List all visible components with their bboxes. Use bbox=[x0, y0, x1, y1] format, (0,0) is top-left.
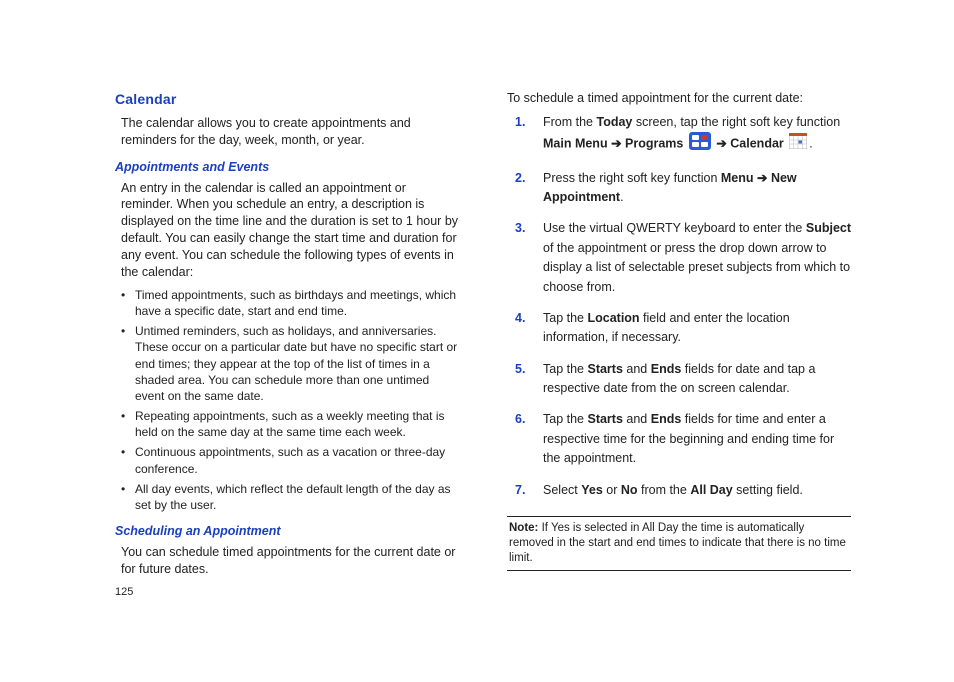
bold-all-day: All Day bbox=[690, 483, 732, 497]
step-number: 3. bbox=[515, 219, 525, 238]
subheading-scheduling: Scheduling an Appointment bbox=[115, 523, 459, 540]
list-item: Untimed reminders, such as holidays, and… bbox=[121, 323, 459, 404]
bold-main-menu: Main Menu bbox=[543, 137, 608, 151]
step-text: Tap the bbox=[543, 362, 587, 376]
calendar-icon bbox=[789, 133, 807, 155]
step-text: setting field. bbox=[733, 483, 803, 497]
bold-ends: Ends bbox=[651, 362, 682, 376]
bold-calendar: Calendar bbox=[730, 137, 784, 151]
paragraph-scheduling: You can schedule timed appointments for … bbox=[121, 544, 459, 578]
note-label: Note: bbox=[509, 522, 538, 534]
step-text: . bbox=[620, 190, 623, 204]
bold-location: Location bbox=[587, 311, 639, 325]
steps-list: 1. From the Today screen, tap the right … bbox=[507, 113, 851, 500]
bold-starts: Starts bbox=[587, 362, 622, 376]
paragraph-appointments: An entry in the calendar is called an ap… bbox=[121, 180, 459, 281]
step-7: 7. Select Yes or No from the All Day set… bbox=[515, 481, 851, 500]
step-4: 4. Tap the Location field and enter the … bbox=[515, 309, 851, 348]
arrow-icon: ➔ bbox=[608, 137, 625, 151]
bold-menu: Menu bbox=[721, 171, 754, 185]
manual-page: Calendar The calendar allows you to crea… bbox=[0, 0, 954, 624]
step-5: 5. Tap the Starts and Ends fields for da… bbox=[515, 360, 851, 399]
bold-ends: Ends bbox=[651, 412, 682, 426]
step-number: 7. bbox=[515, 481, 525, 500]
step-text: Use the virtual QWERTY keyboard to enter… bbox=[543, 221, 806, 235]
note-box: Note: If Yes is selected in All Day the … bbox=[507, 516, 851, 571]
step-number: 1. bbox=[515, 113, 525, 132]
step-text: and bbox=[623, 412, 651, 426]
list-item: Repeating appointments, such as a weekly… bbox=[121, 408, 459, 440]
step-text: from the bbox=[638, 483, 691, 497]
bold-no: No bbox=[621, 483, 638, 497]
step-number: 5. bbox=[515, 360, 525, 379]
step-number: 2. bbox=[515, 169, 525, 188]
heading-calendar: Calendar bbox=[115, 90, 459, 109]
page-number: 125 bbox=[115, 586, 133, 598]
step-text: Select bbox=[543, 483, 581, 497]
step-text: Tap the bbox=[543, 412, 587, 426]
step-2: 2. Press the right soft key function Men… bbox=[515, 169, 851, 208]
note-text: If Yes is selected in All Day the time i… bbox=[509, 522, 846, 564]
step-text: or bbox=[603, 483, 621, 497]
arrow-icon: ➔ bbox=[754, 171, 771, 185]
programs-icon bbox=[689, 132, 711, 156]
event-types-list: Timed appointments, such as birthdays an… bbox=[121, 287, 459, 513]
subheading-appointments-events: Appointments and Events bbox=[115, 159, 459, 176]
step-6: 6. Tap the Starts and Ends fields for ti… bbox=[515, 410, 851, 468]
step-text: Press the right soft key function bbox=[543, 171, 721, 185]
bold-subject: Subject bbox=[806, 221, 851, 235]
bold-yes: Yes bbox=[581, 483, 603, 497]
step-text: screen, tap the right soft key function bbox=[632, 115, 840, 129]
arrow-icon: ➔ bbox=[713, 137, 730, 151]
step-text: Tap the bbox=[543, 311, 587, 325]
step-text bbox=[683, 137, 686, 151]
left-column: Calendar The calendar allows you to crea… bbox=[115, 90, 459, 584]
intro-paragraph: The calendar allows you to create appoin… bbox=[121, 115, 459, 149]
bold-programs: Programs bbox=[625, 137, 683, 151]
bold-today: Today bbox=[597, 115, 633, 129]
step-number: 6. bbox=[515, 410, 525, 429]
right-column: To schedule a timed appointment for the … bbox=[507, 90, 851, 584]
step-3: 3. Use the virtual QWERTY keyboard to en… bbox=[515, 219, 851, 297]
step-text: and bbox=[623, 362, 651, 376]
bold-starts: Starts bbox=[587, 412, 622, 426]
step-number: 4. bbox=[515, 309, 525, 328]
step-text: of the appointment or press the drop dow… bbox=[543, 241, 850, 294]
list-item: Continuous appointments, such as a vacat… bbox=[121, 444, 459, 476]
list-item: Timed appointments, such as birthdays an… bbox=[121, 287, 459, 319]
step-text: From the bbox=[543, 115, 597, 129]
step-text: . bbox=[809, 137, 812, 151]
list-item: All day events, which reflect the defaul… bbox=[121, 481, 459, 513]
step-text bbox=[784, 137, 787, 151]
steps-intro: To schedule a timed appointment for the … bbox=[507, 90, 851, 107]
step-1: 1. From the Today screen, tap the right … bbox=[515, 113, 851, 157]
